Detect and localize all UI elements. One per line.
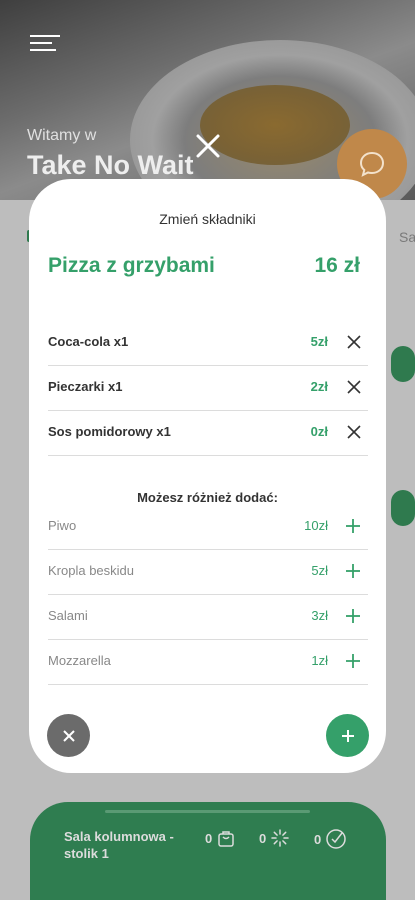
modal-title: Zmień składniki: [159, 211, 256, 227]
extras-list: Piwo 10zł Kropla beskidu 5zł Salami 3zł: [48, 505, 368, 685]
close-modal-button[interactable]: [193, 131, 223, 161]
add-item-button-bg: [391, 490, 415, 526]
extra-row: Salami 3zł: [48, 595, 368, 640]
cancel-button[interactable]: [47, 714, 90, 757]
extra-price: 5zł: [311, 563, 328, 578]
ingredient-price: 2zł: [310, 379, 328, 394]
pending-count: 0: [259, 830, 267, 846]
shopping-bag-icon: [218, 831, 234, 847]
close-icon: [62, 729, 75, 742]
extra-price: 1zł: [311, 653, 328, 668]
plus-icon: [341, 729, 354, 742]
remove-ingredient-icon[interactable]: [346, 424, 362, 440]
extra-row: Piwo 10zł: [48, 505, 368, 550]
ingredient-row: Sos pomidorowy x1 0zł: [48, 411, 368, 456]
loading-spinner-icon: [271, 829, 289, 847]
extra-price: 3zł: [311, 608, 328, 623]
check-circle-icon: [326, 829, 346, 849]
ingredient-price: 0zł: [310, 424, 328, 439]
product-price: 16 zł: [314, 254, 360, 277]
category-tab-partial[interactable]: Sa: [399, 229, 415, 245]
product-name: Pizza z grzybami: [48, 254, 215, 277]
cart-status: 0: [205, 828, 236, 848]
table-name: Sala kolumnowa - stolik 1: [64, 829, 174, 861]
ingredient-name: Coca-cola x1: [48, 334, 129, 349]
add-extra-plus-icon[interactable]: [344, 562, 362, 580]
pending-status: 0: [259, 828, 290, 848]
remove-ingredient-icon[interactable]: [346, 334, 362, 350]
extra-name: Salami: [48, 608, 88, 623]
cart-count: 0: [205, 830, 213, 846]
ingredient-price: 5zł: [310, 334, 328, 349]
table-status-bar[interactable]: Sala kolumnowa - stolik 1 0 0 0: [30, 802, 386, 900]
add-item-button-bg: [391, 346, 415, 382]
extra-name: Piwo: [48, 518, 77, 533]
welcome-text: Witamy w: [27, 127, 97, 144]
ingredient-row: Pieczarki x1 2zł: [48, 366, 368, 411]
chat-bubble-icon: [359, 151, 385, 177]
add-extra-plus-icon[interactable]: [344, 652, 362, 670]
edit-ingredients-modal: Zmień składniki Pizza z grzybami 16 zł C…: [29, 179, 386, 773]
extra-row: Mozzarella 1zł: [48, 640, 368, 685]
extra-name: Kropla beskidu: [48, 563, 134, 578]
ingredient-row: Coca-cola x1 5zł: [48, 321, 368, 366]
hamburger-menu-icon[interactable]: [30, 35, 60, 55]
ingredient-name: Sos pomidorowy x1: [48, 424, 171, 439]
close-icon: [196, 134, 220, 158]
extras-heading: Możesz różnież dodać:: [137, 490, 278, 505]
venue-name: Take No Wait: [27, 150, 194, 180]
done-status: 0: [314, 828, 347, 850]
drag-handle[interactable]: [105, 810, 310, 813]
remove-ingredient-icon[interactable]: [346, 379, 362, 395]
extra-row: Kropla beskidu 5zł: [48, 550, 368, 595]
confirm-add-button[interactable]: [326, 714, 369, 757]
ingredient-list: Coca-cola x1 5zł Pieczarki x1 2zł Sos po…: [48, 321, 368, 456]
add-extra-plus-icon[interactable]: [344, 607, 362, 625]
extra-price: 10zł: [304, 518, 328, 533]
ingredient-name: Pieczarki x1: [48, 379, 123, 394]
add-extra-plus-icon[interactable]: [344, 517, 362, 535]
done-count: 0: [314, 831, 322, 847]
extra-name: Mozzarella: [48, 653, 111, 668]
